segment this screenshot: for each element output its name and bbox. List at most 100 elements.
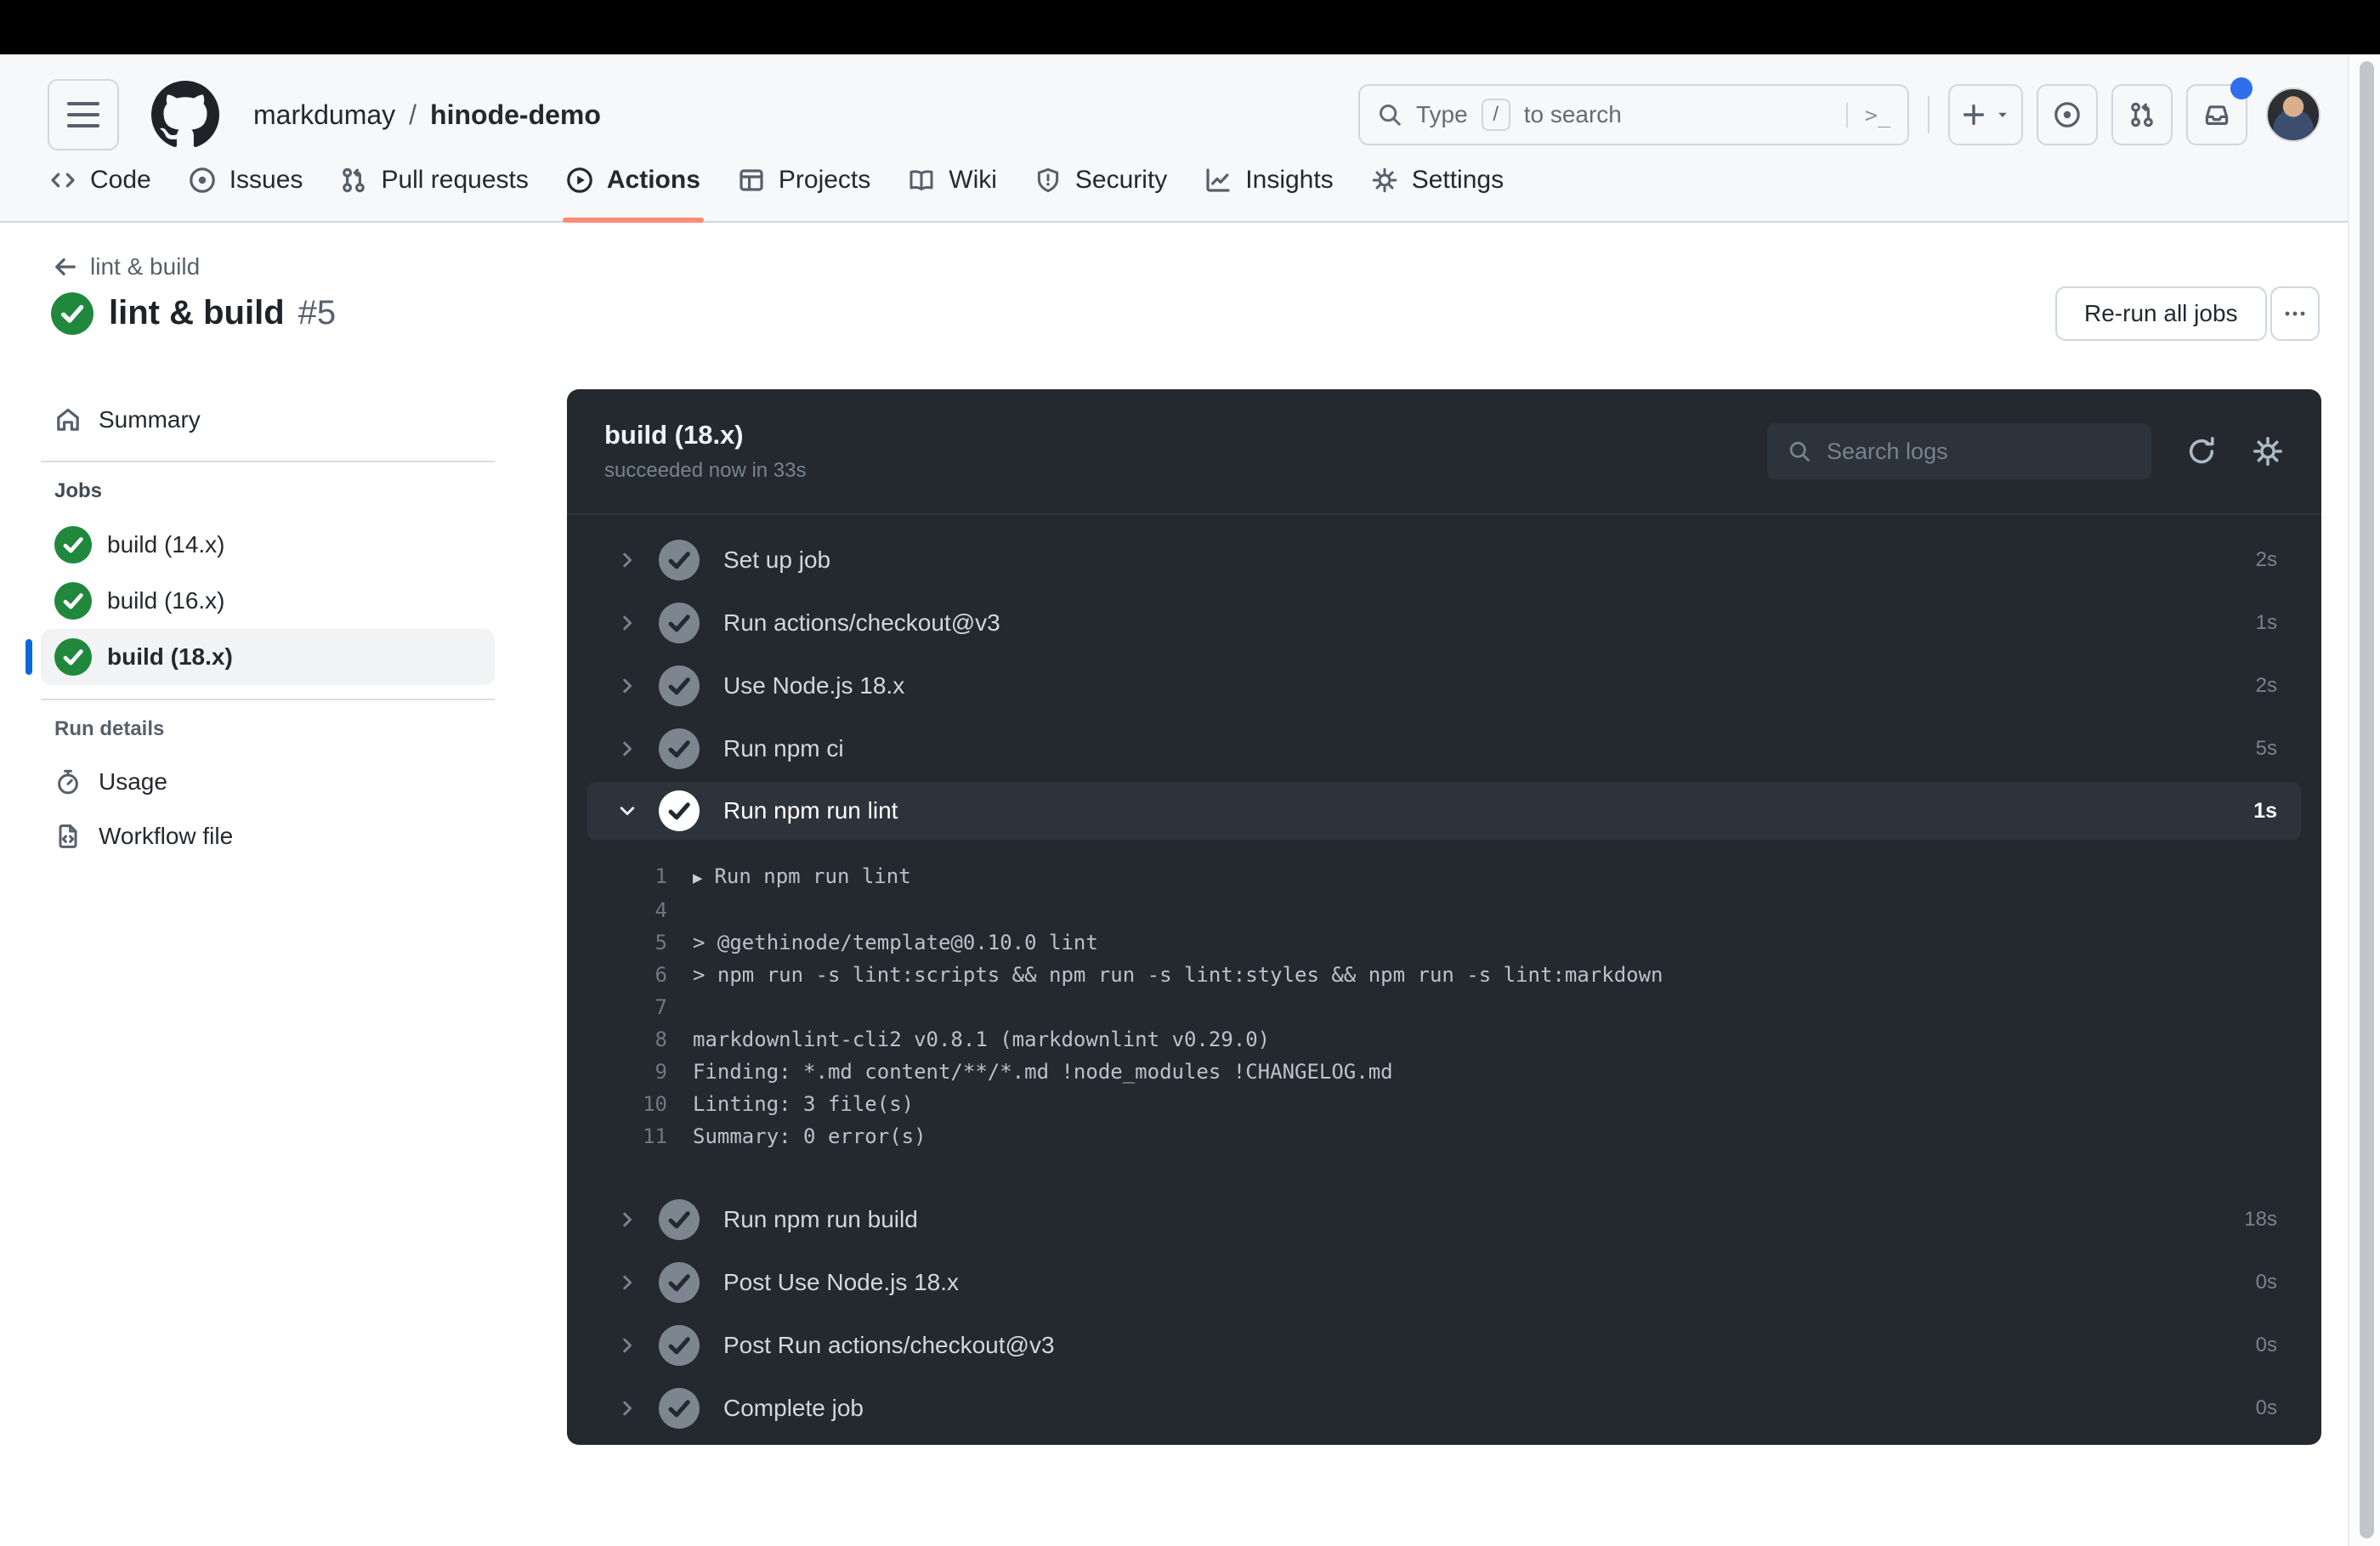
log-line: 4 [567,894,2321,926]
back-link-label: lint & build [90,253,201,280]
tab-label: Pull requests [381,166,529,194]
log-settings-gear-button[interactable] [2252,435,2284,467]
issues-icon-button[interactable] [2037,84,2098,145]
sidebar-item-usage[interactable]: Usage [41,755,495,809]
job-label: build (18.x) [107,643,233,670]
breadcrumb-owner[interactable]: markdumay [253,99,395,131]
job-label: build (16.x) [107,587,225,614]
step-success-icon [659,1388,700,1429]
step-row-set-up-job[interactable]: Set up job 2s [567,529,2321,592]
step-row-post-use-node-js-18-x[interactable]: Post Use Node.js 18.x 0s [567,1251,2321,1314]
log-line-text: Finding: *.md content/**/*.md !node_modu… [693,1060,1393,1084]
play-circle-icon [566,167,593,194]
log-line-text: Linting: 3 file(s) [693,1092,915,1116]
step-row-run-npm-run-lint[interactable]: Run npm run lint 1s [587,782,2301,840]
tab-pull-requests[interactable]: Pull requests [325,139,543,221]
tab-projects[interactable]: Projects [722,139,886,221]
header-divider [1928,96,1930,133]
global-search-input[interactable]: Type / to search >_ [1358,84,1909,145]
github-logo[interactable] [151,81,219,149]
breadcrumb: markdumay / hinode-demo [253,99,601,131]
sidebar-divider [41,699,495,700]
log-search-input[interactable]: Search logs [1767,423,2151,479]
arrow-left-icon [53,254,78,280]
tab-settings[interactable]: Settings [1356,139,1519,221]
step-row-run-npm-run-build[interactable]: Run npm run build 18s [567,1188,2321,1251]
sidebar-divider [41,461,495,462]
run-details-list: Usage Workflow file [41,755,495,864]
graph-icon [1204,167,1232,194]
sidebar-job-build-16-x[interactable]: build (16.x) [41,573,495,629]
sidebar-summary-label: Summary [99,406,201,433]
page-scrollbar-thumb[interactable] [2360,61,2374,1538]
create-new-button[interactable] [1948,84,2023,145]
back-link[interactable]: lint & build [53,253,200,280]
page-scrollbar-track[interactable] [2348,54,2380,1546]
kebab-icon [2282,301,2308,326]
step-success-icon [659,540,700,580]
tab-wiki[interactable]: Wiki [892,139,1012,221]
step-row-run-npm-ci[interactable]: Run npm ci 5s [567,717,2321,780]
inbox-icon-button[interactable] [2186,77,2252,145]
tab-issues[interactable]: Issues [173,139,319,221]
sidebar-item-label: Workflow file [99,823,234,849]
refresh-logs-button[interactable] [2185,435,2218,467]
git-pull-request-icon [340,167,367,194]
table-icon [738,167,765,194]
step-duration: 5s [2255,737,2277,760]
pull-requests-icon-button[interactable] [2111,84,2173,145]
step-success-icon [659,603,700,643]
step-name: Post Run actions/checkout@v3 [723,1332,1055,1358]
breadcrumb-repo[interactable]: hinode-demo [430,99,601,131]
step-duration: 0s [2255,1334,2277,1356]
log-line-number: 6 [654,963,667,987]
step-name: Post Use Node.js 18.x [723,1269,960,1295]
step-success-icon [659,1262,700,1303]
log-line-text: > npm run -s lint:scripts && npm run -s … [693,963,1663,987]
rerun-all-jobs-button[interactable]: Re-run all jobs [2055,286,2267,341]
sidebar-job-build-18-x[interactable]: build (18.x) [26,629,495,685]
run-number: #5 [298,294,337,331]
log-line-number: 10 [643,1092,667,1116]
circle-dot-icon [2054,101,2081,128]
log-line-number: 4 [654,898,667,922]
tab-actions[interactable]: Actions [551,139,716,223]
tab-code[interactable]: Code [34,139,167,221]
panel-tools: Search logs [1767,423,2284,479]
jobs-heading: Jobs [54,479,103,502]
step-name: Run npm run lint [723,797,898,824]
chevron-right-icon [616,612,638,634]
home-icon [54,406,82,433]
search-placeholder-suffix: to search [1523,101,1622,127]
run-options-button[interactable] [2270,286,2320,341]
plus-icon [1960,101,1987,128]
search-placeholder-prefix: Type [1416,101,1468,127]
circle-dot-icon [189,167,216,194]
code-icon [49,167,76,194]
tab-insights[interactable]: Insights [1189,139,1348,221]
log-line[interactable]: 1 ▶ Run npm run lint [567,860,2321,894]
avatar[interactable] [2266,88,2320,142]
log-group-triangle-icon[interactable]: ▶ [693,862,702,894]
step-row-run-actions-checkout-v3[interactable]: Run actions/checkout@v3 1s [567,592,2321,654]
step-row-post-run-actions-checkout-v3[interactable]: Post Run actions/checkout@v3 0s [567,1314,2321,1377]
log-line-number: 9 [654,1060,667,1084]
panel-job-status: succeeded now in 33s [604,459,807,482]
step-duration: 1s [2253,798,2277,823]
step-duration: 1s [2255,611,2277,634]
tab-label: Security [1074,166,1168,194]
command-palette-icon[interactable]: >_ [1845,102,1890,127]
sidebar-job-build-14-x[interactable]: build (14.x) [41,517,495,573]
step-duration: 2s [2255,548,2277,571]
step-duration: 2s [2255,674,2277,697]
sidebar-item-summary[interactable]: Summary [41,393,495,447]
sidebar-item-workflow-file[interactable]: Workflow file [41,809,495,864]
tab-security[interactable]: Security [1019,139,1182,221]
gear-icon [1371,167,1398,194]
run-sidebar: Summary Jobs build (14.x) build (16.x) bui… [26,393,495,864]
job-label: build (14.x) [107,531,225,558]
step-duration: 0s [2255,1271,2277,1294]
step-row-complete-job[interactable]: Complete job 0s [567,1377,2321,1440]
git-pull-request-icon [2128,101,2156,128]
step-row-use-node-js-18-x[interactable]: Use Node.js 18.x 2s [567,654,2321,717]
